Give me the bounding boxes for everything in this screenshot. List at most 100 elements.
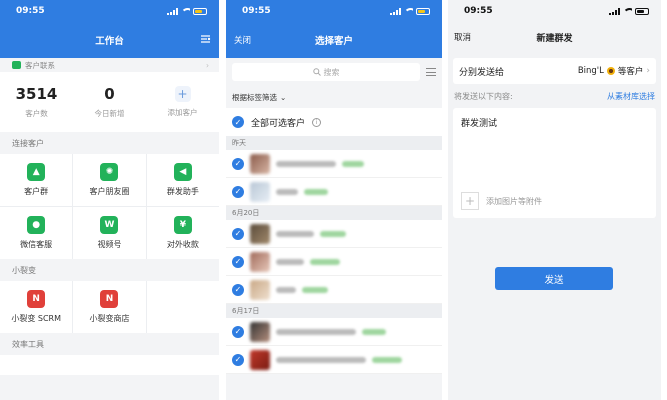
signal-icon [609, 7, 620, 15]
customer-row[interactable]: ✓ [226, 318, 442, 346]
customer-row[interactable]: ✓ [226, 220, 442, 248]
channels-icon: W [100, 216, 119, 234]
customer-row[interactable]: ✓ [226, 276, 442, 304]
message-textarea[interactable]: 群发测试 + 添加图片等附件 [453, 108, 656, 218]
new-broadcast-screen: 09:55 取消 新建群发 分别发送给 Bing'L 等客户 › 将发送以下内容… [448, 0, 661, 400]
page-title: 新建群发 [536, 33, 573, 44]
checkbox-checked-icon[interactable]: ✓ [232, 157, 244, 170]
checkbox-checked-icon[interactable]: ✓ [232, 227, 244, 240]
contacts-section-title: 客户联系 [25, 60, 55, 70]
status-bar: 09:55 [448, 0, 661, 22]
connect-grid: ▲ 客户群 ✺ 客户朋友圈 ◀ 群发助手 ● 微信客服 W 视频号 ¥ 对外收款 [0, 154, 219, 259]
connect-section-title: 连接客户 [0, 132, 219, 154]
customer-count-label: 客户数 [25, 109, 48, 118]
recipient-suffix: 等客户 [617, 67, 644, 77]
wechat-service-button[interactable]: ● 微信客服 [0, 207, 73, 259]
customer-group-button[interactable]: ▲ 客户群 [0, 154, 73, 206]
today-new-label: 今日新增 [94, 109, 125, 118]
workbench-header: 09:55 工作台 [0, 0, 219, 58]
checkbox-checked-icon[interactable]: ✓ [232, 325, 244, 338]
filter-icon[interactable] [426, 68, 436, 76]
stat-customer-count[interactable]: 3514 客户数 [0, 72, 73, 132]
status-bar: 09:55 [226, 0, 442, 22]
close-button[interactable]: 关闭 [234, 34, 251, 46]
attachment-label: 添加图片等附件 [486, 196, 542, 206]
empty-cell [146, 281, 219, 333]
avatar [250, 181, 270, 202]
battery-icon [193, 7, 207, 15]
avatar [250, 279, 270, 300]
avatar [250, 223, 270, 244]
wifi-icon [181, 7, 190, 15]
search-bar: 搜索 [226, 58, 442, 86]
info-icon[interactable]: i [312, 117, 322, 127]
checkbox-checked-icon[interactable]: ✓ [232, 185, 244, 198]
select-navbar: 关闭 选择客户 [226, 22, 442, 58]
avatar [250, 349, 270, 370]
status-bar: 09:55 [0, 0, 219, 22]
switch-icon[interactable] [200, 34, 211, 47]
chat-icon: ● [27, 216, 46, 234]
customer-row[interactable]: ✓ [226, 346, 442, 374]
sunflower-icon [606, 67, 615, 75]
checkbox-checked-icon[interactable]: ✓ [232, 283, 244, 296]
date-group-header: 昨天 [226, 136, 442, 150]
customer-stats: 3514 客户数 0 今日新增 + 添加客户 [0, 72, 219, 132]
battery-icon [635, 7, 649, 15]
plus-icon: + [461, 192, 479, 210]
cancel-button[interactable]: 取消 [454, 31, 471, 43]
customer-moments-button[interactable]: ✺ 客户朋友圈 [73, 154, 146, 206]
recipients-label: 分别发送给 [459, 67, 505, 78]
tools-section-title: 效率工具 [0, 333, 219, 355]
page-title: 选择客户 [314, 36, 353, 47]
status-time: 09:55 [242, 6, 271, 16]
send-button[interactable]: 发送 [495, 267, 613, 290]
broadcast-assistant-button[interactable]: ◀ 群发助手 [146, 154, 219, 206]
plus-icon: + [174, 86, 191, 102]
tag-filter-dropdown[interactable]: 根据标签筛选 ⌄ [226, 86, 442, 108]
signal-icon [167, 7, 178, 15]
checkbox-checked-icon[interactable]: ✓ [232, 116, 244, 128]
chevron-right-icon: › [646, 66, 650, 76]
add-customer-button[interactable]: + 添加客户 [146, 72, 219, 132]
add-customer-label: 添加客户 [167, 108, 198, 117]
search-icon [312, 68, 321, 76]
payment-icon: ¥ [173, 216, 192, 234]
fission-logo-icon: N [27, 290, 46, 308]
library-link[interactable]: 从素材库选择 [607, 91, 655, 102]
add-attachment-button[interactable]: + 添加图片等附件 [461, 192, 542, 210]
contacts-icon [12, 61, 21, 69]
message-text: 群发测试 [461, 119, 498, 129]
select-header: 09:55 关闭 选择客户 [226, 0, 442, 58]
status-time: 09:55 [464, 6, 493, 16]
wifi-icon [623, 7, 632, 15]
workbench-screen: 09:55 工作台 客户联系 › 3514 客户数 0 今日新增 + 添加客户 … [0, 0, 219, 400]
stat-today-new[interactable]: 0 今日新增 [73, 72, 146, 132]
date-group-header: 6月17日 [226, 304, 442, 318]
avatar [250, 321, 270, 342]
channels-button[interactable]: W 视频号 [73, 207, 146, 259]
select-all-row[interactable]: ✓ 全部可选客户 i [226, 108, 442, 136]
fission-grid: N 小裂变 SCRM N 小裂变商店 [0, 281, 219, 333]
customer-row[interactable]: ✓ [226, 248, 442, 276]
fission-scrm-button[interactable]: N 小裂变 SCRM [0, 281, 73, 333]
search-input[interactable]: 搜索 [232, 63, 420, 81]
customer-row[interactable]: ✓ [226, 178, 442, 206]
customer-row[interactable]: ✓ [226, 150, 442, 178]
checkbox-checked-icon[interactable]: ✓ [232, 255, 244, 268]
external-payment-button[interactable]: ¥ 对外收款 [146, 207, 219, 259]
select-customer-screen: 09:55 关闭 选择客户 搜索 根据标签筛选 ⌄ ✓ 全部可选客户 i 昨天 … [226, 0, 442, 400]
broadcast-navbar: 取消 新建群发 [448, 22, 661, 52]
avatar [250, 153, 270, 174]
recipients-row[interactable]: 分别发送给 Bing'L 等客户 › [453, 58, 656, 84]
group-icon: ▲ [27, 163, 46, 181]
checkbox-checked-icon[interactable]: ✓ [232, 353, 244, 366]
contacts-section-header[interactable]: 客户联系 › [0, 58, 219, 72]
battery-icon [416, 7, 430, 15]
fission-logo-icon: N [100, 290, 119, 308]
workbench-navbar: 工作台 [0, 22, 219, 58]
signal-icon [390, 7, 401, 15]
content-prompt-row: 将发送以下内容: 从素材库选择 [448, 84, 661, 108]
wifi-icon [404, 7, 413, 15]
fission-store-button[interactable]: N 小裂变商店 [73, 281, 146, 333]
